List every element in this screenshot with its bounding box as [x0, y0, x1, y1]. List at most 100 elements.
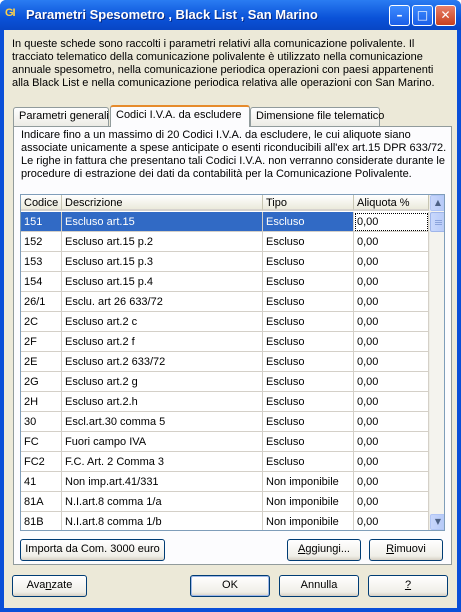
cell-tipo[interactable]: Escluso: [263, 232, 354, 252]
cell-codice[interactable]: FC2: [21, 452, 62, 472]
table-row[interactable]: 81A N.I.art.8 comma 1/a Non imponibile 0,00: [21, 492, 429, 512]
tab-codici-iva[interactable]: Codici I.V.A. da escludere: [110, 105, 250, 127]
cell-aliquota[interactable]: 0,00: [354, 432, 429, 452]
cell-aliquota[interactable]: 0,00: [354, 452, 429, 472]
cell-tipo[interactable]: Non imponibile: [263, 492, 354, 512]
table-row[interactable]: 41 Non imp.art.41/331 Non imponibile 0,00: [21, 472, 429, 492]
table-row[interactable]: 152 Escluso art.15 p.2 Escluso 0,00: [21, 232, 429, 252]
cell-descrizione[interactable]: Escluso art.15 p.4: [62, 272, 263, 292]
import-button[interactable]: Importa da Com. 3000 euro: [20, 539, 165, 561]
cell-aliquota[interactable]: 0,00: [354, 272, 429, 292]
title-bar[interactable]: GI Parametri Spesometro , Black List , S…: [0, 0, 461, 30]
cell-aliquota[interactable]: 0,00: [354, 492, 429, 512]
cell-aliquota[interactable]: 0,00: [354, 472, 429, 492]
table-row[interactable]: 2H Escluso art.2.h Escluso 0,00: [21, 392, 429, 412]
cell-tipo[interactable]: Escluso: [263, 312, 354, 332]
cell-descrizione[interactable]: Escluso art.2 f: [62, 332, 263, 352]
cell-descrizione[interactable]: Fuori campo IVA: [62, 432, 263, 452]
tab-dimensione-file[interactable]: Dimensione file telematico: [250, 107, 384, 126]
cell-descrizione[interactable]: N.I.art.8 comma 1/b: [62, 512, 263, 530]
cell-aliquota[interactable]: 0,00: [354, 352, 429, 372]
cell-descrizione[interactable]: Escluso art.15 p.3: [62, 252, 263, 272]
cell-codice[interactable]: 152: [21, 232, 62, 252]
column-header-descrizione[interactable]: Descrizione: [62, 195, 263, 211]
vertical-scrollbar[interactable]: ▲ ▼: [429, 195, 444, 530]
table-row[interactable]: 2E Escluso art.2 633/72 Escluso 0,00: [21, 352, 429, 372]
cell-codice[interactable]: 2F: [21, 332, 62, 352]
cell-descrizione[interactable]: Escluso art.15 p.2: [62, 232, 263, 252]
ok-button[interactable]: OK: [190, 575, 270, 597]
cell-descrizione[interactable]: Non imp.art.41/331: [62, 472, 263, 492]
cell-codice[interactable]: 81A: [21, 492, 62, 512]
cell-descrizione[interactable]: Escl.art.30 comma 5: [62, 412, 263, 432]
cell-codice[interactable]: 2E: [21, 352, 62, 372]
table-row[interactable]: 151 Escluso art.15 Escluso 0,00: [21, 212, 429, 232]
column-header-aliquota[interactable]: Aliquota %: [354, 195, 429, 211]
cell-tipo[interactable]: Escluso: [263, 412, 354, 432]
cell-codice[interactable]: 153: [21, 252, 62, 272]
cell-codice[interactable]: 2G: [21, 372, 62, 392]
scroll-down-button[interactable]: ▼: [430, 514, 444, 530]
cell-aliquota[interactable]: 0,00: [354, 212, 429, 232]
table-row[interactable]: 2F Escluso art.2 f Escluso 0,00: [21, 332, 429, 352]
cell-tipo[interactable]: Escluso: [263, 252, 354, 272]
cell-tipo[interactable]: Escluso: [263, 372, 354, 392]
cell-descrizione[interactable]: F.C. Art. 2 Comma 3: [62, 452, 263, 472]
cell-codice[interactable]: 2H: [21, 392, 62, 412]
cell-aliquota[interactable]: 0,00: [354, 372, 429, 392]
cell-tipo[interactable]: Escluso: [263, 272, 354, 292]
cell-codice[interactable]: 154: [21, 272, 62, 292]
column-header-codice[interactable]: Codice: [21, 195, 62, 211]
cell-aliquota[interactable]: 0,00: [354, 312, 429, 332]
cell-descrizione[interactable]: Escluso art.2 g: [62, 372, 263, 392]
table-row[interactable]: 26/1 Esclu. art 26 633/72 Escluso 0,00: [21, 292, 429, 312]
add-button[interactable]: Aggiungi...: [287, 539, 361, 561]
scroll-up-button[interactable]: ▲: [430, 195, 444, 211]
table-row[interactable]: 30 Escl.art.30 comma 5 Escluso 0,00: [21, 412, 429, 432]
cell-tipo[interactable]: Non imponibile: [263, 472, 354, 492]
table-row[interactable]: FC2 F.C. Art. 2 Comma 3 Escluso 0,00: [21, 452, 429, 472]
cell-codice[interactable]: 2C: [21, 312, 62, 332]
cell-aliquota[interactable]: 0,00: [354, 412, 429, 432]
table-row[interactable]: 153 Escluso art.15 p.3 Escluso 0,00: [21, 252, 429, 272]
table-row[interactable]: 154 Escluso art.15 p.4 Escluso 0,00: [21, 272, 429, 292]
cell-descrizione[interactable]: N.I.art.8 comma 1/a: [62, 492, 263, 512]
cell-tipo[interactable]: Escluso: [263, 332, 354, 352]
cell-aliquota[interactable]: 0,00: [354, 392, 429, 412]
cell-descrizione[interactable]: Escluso art.2 633/72: [62, 352, 263, 372]
close-button[interactable]: ✕: [435, 5, 456, 26]
iva-codes-table[interactable]: Codice Descrizione Tipo Aliquota % 151 Es…: [20, 194, 445, 531]
table-row[interactable]: 2C Escluso art.2 c Escluso 0,00: [21, 312, 429, 332]
cell-aliquota[interactable]: 0,00: [354, 292, 429, 312]
cell-tipo[interactable]: Escluso: [263, 452, 354, 472]
cell-aliquota[interactable]: 0,00: [354, 232, 429, 252]
cell-tipo[interactable]: Escluso: [263, 212, 354, 232]
cell-descrizione[interactable]: Escluso art.2 c: [62, 312, 263, 332]
cell-descrizione[interactable]: Escluso art.15: [62, 212, 263, 232]
cell-codice[interactable]: FC: [21, 432, 62, 452]
cell-codice[interactable]: 26/1: [21, 292, 62, 312]
column-header-tipo[interactable]: Tipo: [263, 195, 354, 211]
minimize-button[interactable]: –: [389, 5, 410, 26]
cell-codice[interactable]: 81B: [21, 512, 62, 530]
advanced-button[interactable]: Avanzate: [12, 575, 87, 597]
cancel-button[interactable]: Annulla: [279, 575, 359, 597]
cell-aliquota[interactable]: 0,00: [354, 252, 429, 272]
cell-descrizione[interactable]: Esclu. art 26 633/72: [62, 292, 263, 312]
table-row[interactable]: 81B N.I.art.8 comma 1/b Non imponibile 0,00: [21, 512, 429, 530]
cell-codice[interactable]: 41: [21, 472, 62, 492]
cell-tipo[interactable]: Escluso: [263, 392, 354, 412]
tab-parametri-generali[interactable]: Parametri generali: [13, 107, 109, 126]
cell-codice[interactable]: 30: [21, 412, 62, 432]
table-row[interactable]: 2G Escluso art.2 g Escluso 0,00: [21, 372, 429, 392]
cell-tipo[interactable]: Non imponibile: [263, 512, 354, 530]
scroll-thumb[interactable]: [430, 212, 444, 232]
remove-button[interactable]: Rimuovi: [369, 539, 443, 561]
help-button[interactable]: ?: [368, 575, 448, 597]
table-row[interactable]: FC Fuori campo IVA Escluso 0,00: [21, 432, 429, 452]
cell-tipo[interactable]: Escluso: [263, 352, 354, 372]
cell-aliquota[interactable]: 0,00: [354, 332, 429, 352]
cell-tipo[interactable]: Escluso: [263, 292, 354, 312]
cell-aliquota[interactable]: 0,00: [354, 512, 429, 530]
cell-tipo[interactable]: Escluso: [263, 432, 354, 452]
